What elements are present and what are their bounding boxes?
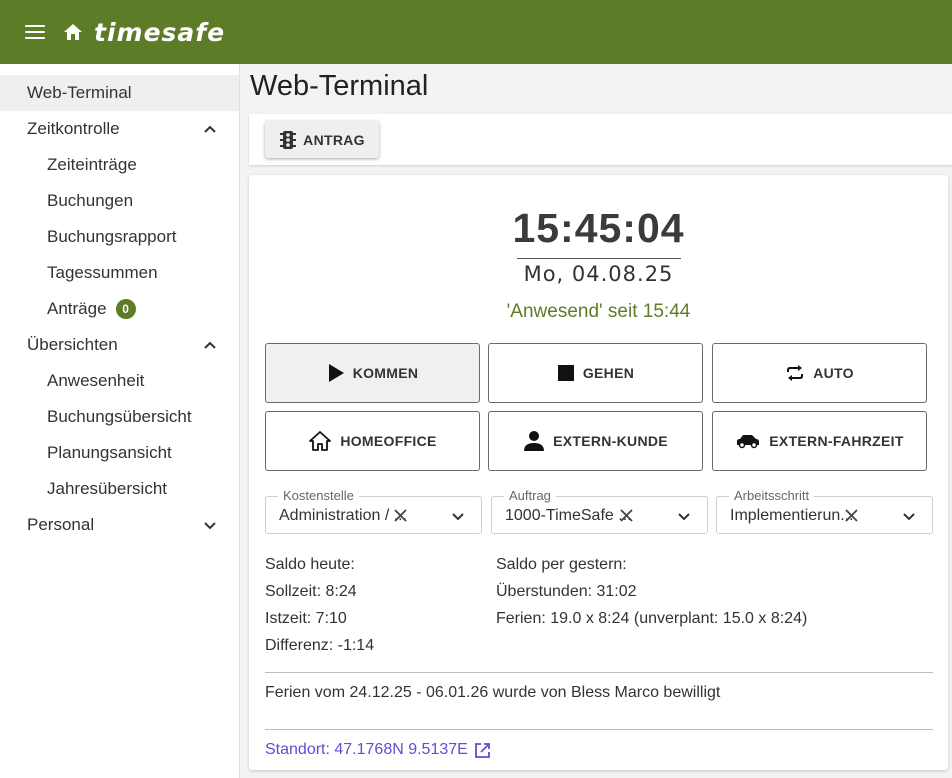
sidebar-group-uebersichten[interactable]: Übersichten [0, 327, 239, 363]
sidebar-item-buchungsrapport[interactable]: Buchungsrapport [0, 219, 239, 255]
auto-button[interactable]: AUTO [712, 343, 927, 403]
homeoffice-button[interactable]: HOMEOFFICE [265, 411, 480, 471]
sidebar-item-label: Zeiteinträge [47, 155, 137, 174]
gehen-button[interactable]: GEHEN [488, 343, 703, 403]
repeat-icon [787, 365, 804, 381]
sidebar-item-label: Personal [27, 515, 95, 534]
terminal-card: 15:45:04 Mo, 04.08.25 'Anwesend' seit 15… [249, 175, 948, 770]
auftrag-label: Auftrag [504, 488, 556, 503]
saldo-gestern-title: Saldo per gestern: [496, 556, 627, 573]
chevron-down-icon[interactable] [677, 509, 691, 523]
kostenstelle-select[interactable]: Kostenstelle Administration / ... [265, 488, 482, 534]
kommen-label: KOMMEN [352, 365, 419, 381]
extern-fahrzeit-button[interactable]: EXTERN-FAHRZEIT [712, 411, 927, 471]
page-title: Web-Terminal [250, 70, 429, 102]
sollzeit-value: Sollzeit: 8:24 [265, 583, 357, 600]
antrag-button[interactable]: ANTRAG [265, 121, 379, 158]
top-app-bar: timesafe [0, 0, 952, 64]
chevron-down-icon[interactable] [451, 509, 465, 523]
sidebar-item-label: Zeitkontrolle [27, 119, 120, 138]
extern-kunde-label: EXTERN-KUNDE [553, 433, 668, 449]
car-icon [737, 435, 760, 449]
chevron-up-icon [204, 341, 216, 349]
count-badge: 0 [115, 299, 136, 319]
sidebar-item-planungsansicht[interactable]: Planungsansicht [0, 435, 239, 471]
current-time: 15:45:04 [512, 205, 685, 251]
clear-icon[interactable] [843, 507, 860, 524]
kostenstelle-label: Kostenstelle [278, 488, 359, 503]
clear-icon[interactable] [392, 507, 409, 524]
location-link[interactable]: Standort: 47.1768N 9.5137E [265, 741, 491, 759]
sidebar-item-label: Buchungsübersicht [47, 407, 192, 426]
divider [265, 672, 933, 673]
sidebar-item-zeiteintraege[interactable]: Zeiteinträge [0, 147, 239, 183]
chevron-down-icon [204, 522, 216, 530]
extern-fahrzeit-label: EXTERN-FAHRZEIT [769, 433, 904, 449]
auto-label: AUTO [813, 365, 854, 381]
sidebar-item-label: Tagessummen [47, 263, 158, 282]
divider [265, 729, 933, 730]
traffic-light-icon [280, 130, 297, 149]
sidebar-item-tagessummen[interactable]: Tagessummen [0, 255, 239, 291]
arbeitsschritt-select[interactable]: Arbeitsschritt Implementierun... [716, 488, 933, 534]
menu-icon[interactable] [24, 23, 46, 41]
location-text: Standort: 47.1768N 9.5137E [265, 741, 468, 758]
ueberstunden-value: Überstunden: 31:02 [496, 583, 637, 600]
sidebar-item-label: Anträge [47, 299, 107, 318]
auftrag-select[interactable]: Auftrag 1000-TimeSafe ... [491, 488, 708, 534]
antrag-label: ANTRAG [303, 131, 365, 148]
current-date: Mo, 04.08.25 [523, 262, 674, 286]
differenz-value: Differenz: -1:14 [265, 637, 375, 654]
sidebar-item-buchungen[interactable]: Buchungen [0, 183, 239, 219]
clock-divider [517, 258, 681, 259]
istzeit-value: Istzeit: 7:10 [265, 610, 347, 627]
toolbar: ANTRAG [249, 114, 952, 165]
app-logo: timesafe [94, 17, 226, 47]
homeoffice-label: HOMEOFFICE [340, 433, 437, 449]
arbeitsschritt-label: Arbeitsschritt [729, 488, 815, 503]
sidebar-item-label: Jahresübersicht [47, 479, 168, 498]
sidebar-item-jahresuebersicht[interactable]: Jahresübersicht [0, 471, 239, 507]
sidebar-item-anwesenheit[interactable]: Anwesenheit [0, 363, 239, 399]
attendance-status: 'Anwesend' seit 15:44 [506, 301, 691, 322]
sidebar-group-personal[interactable]: Personal [0, 507, 239, 543]
home-icon[interactable] [62, 21, 84, 43]
house-icon [309, 431, 332, 451]
sidebar-item-label: Buchungsrapport [47, 227, 177, 246]
clear-icon[interactable] [618, 507, 635, 524]
external-link-icon [474, 742, 490, 758]
kommen-button[interactable]: KOMMEN [265, 343, 480, 403]
sidebar-item-label: Anwesenheit [47, 371, 145, 390]
stop-icon [557, 365, 574, 381]
gehen-label: GEHEN [582, 365, 635, 381]
extern-kunde-button[interactable]: EXTERN-KUNDE [488, 411, 703, 471]
chevron-down-icon[interactable] [902, 509, 916, 523]
person-icon [524, 431, 545, 451]
sidebar-item-label: Buchungen [47, 191, 134, 210]
saldo-heute-title: Saldo heute: [265, 556, 355, 573]
play-icon [328, 364, 344, 382]
sidebar-item-antraege[interactable]: Anträge 0 [0, 291, 239, 327]
ferien-value: Ferien: 19.0 x 8:24 (unverplant: 15.0 x … [496, 610, 808, 627]
vacation-notice: Ferien vom 24.12.25 - 06.01.26 wurde von… [265, 684, 721, 701]
sidebar-item-label: Übersichten [27, 335, 118, 354]
sidebar-item-web-terminal[interactable]: Web-Terminal [0, 75, 239, 111]
chevron-up-icon [204, 125, 216, 133]
sidebar-item-label: Web-Terminal [27, 83, 132, 102]
sidebar-item-label: Planungsansicht [47, 443, 172, 462]
sidebar-group-zeitkontrolle[interactable]: Zeitkontrolle [0, 111, 239, 147]
sidebar-nav: Web-Terminal Zeitkontrolle Zeiteinträge … [0, 64, 240, 778]
sidebar-item-buchungsuebersicht[interactable]: Buchungsübersicht [0, 399, 239, 435]
